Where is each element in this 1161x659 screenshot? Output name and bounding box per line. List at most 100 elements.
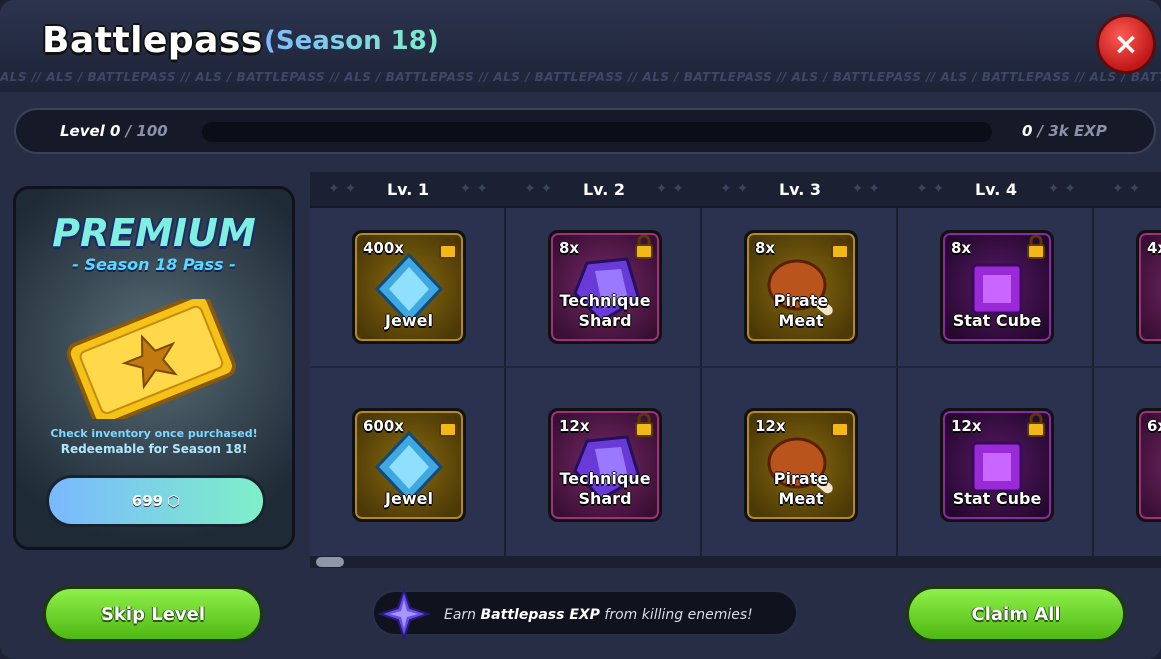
lock-icon (635, 413, 653, 437)
level-max: / 100 (125, 122, 168, 140)
hint-text: Earn Battlepass EXP from killing enemies… (444, 607, 753, 623)
horizontal-scrollbar[interactable] (310, 556, 1161, 568)
level-label: Lv. 2 (582, 179, 626, 199)
row-divider (310, 366, 506, 368)
page-title: Battlepass (42, 20, 263, 61)
buy-premium-button[interactable]: 699 ⬡ (46, 475, 266, 527)
hint-bold: Battlepass EXP (480, 607, 600, 623)
golden-ticket-icon (66, 299, 237, 419)
premium-subtitle: - Season 18 Pass - (72, 255, 236, 274)
level-column: ✦ ✦ Lv. 2 ✦ ✦ 8x Technique Shard 12x Technique S… (506, 172, 702, 556)
premium-note-redeem: Redeemable for Season 18! (60, 442, 248, 456)
reward-name: Jewel (385, 311, 433, 330)
partial-reward-icon (1153, 427, 1161, 507)
sparkle-icon: ✦ ✦ (459, 181, 488, 197)
level-column: ✦ ✦ Lv. 1 ✦ ✦ 400x Jewel 600x Jewel (310, 172, 506, 556)
exp-max: / 3k EXP (1037, 122, 1107, 140)
claim-all-button[interactable]: Claim All (906, 586, 1126, 642)
sparkle-icon: ✦ ✦ (916, 181, 945, 197)
reward-name: Stat Cube (952, 311, 1042, 330)
sparkle-icon: ✦ ✦ (720, 181, 749, 197)
partial-reward-icon (1153, 249, 1161, 329)
reward-name: Technique Shard (559, 291, 651, 330)
reward-quantity: 8x (559, 239, 580, 257)
lock-icon (1027, 413, 1045, 437)
level-current: Level 0 (60, 122, 121, 140)
reward-name: Pirate Meat (773, 469, 829, 508)
lock-icon (635, 235, 653, 259)
reward-card-free[interactable]: 8x Stat Cube (940, 230, 1054, 344)
hint-suffix: from killing enemies! (604, 607, 753, 623)
row-divider (702, 366, 898, 368)
robux-icon: ⬡ (167, 492, 181, 510)
sparkle-icon: ✦ ✦ (524, 181, 553, 197)
lock-icon (1027, 235, 1045, 259)
reward-quantity: 4x (1147, 239, 1161, 257)
lock-icon (439, 413, 457, 437)
exp-progress-track (202, 122, 992, 142)
level-progress-bar: Level 0 / 100 0 / 3k EXP (14, 108, 1156, 154)
close-button[interactable]: × (1096, 14, 1156, 74)
header: Battlepass (Season 18) ALS // ALS / BATT… (0, 0, 1161, 92)
lock-icon (831, 413, 849, 437)
price-label: 699 (131, 492, 164, 510)
premium-title: PREMIUM (52, 211, 256, 255)
reward-card-premium[interactable]: 12x Pirate Meat (744, 408, 858, 522)
row-divider (1094, 366, 1161, 368)
level-label: Lv. 1 (386, 179, 430, 199)
level-header: ✦ ✦ Lv. 2 ✦ ✦ (506, 172, 702, 208)
level-label: Lv. 4 (974, 179, 1018, 199)
reward-card-premium[interactable]: 600x Jewel (352, 408, 466, 522)
reward-card-premium[interactable]: 12x Technique Shard (548, 408, 662, 522)
premium-note: Check inventory once purchased! (50, 427, 258, 440)
sparkle-icon: ✦ ✦ (1047, 181, 1076, 197)
exp-indicator: 0 / 3k EXP (1022, 122, 1107, 140)
reward-quantity: 8x (755, 239, 776, 257)
reward-quantity: 12x (951, 417, 982, 435)
season-label: (Season 18) (264, 26, 439, 56)
reward-card-premium[interactable]: 12x Stat Cube (940, 408, 1054, 522)
sparkle-icon: ✦ ✦ (328, 181, 357, 197)
level-header: ✦ ✦ Lv. 4 ✦ ✦ (898, 172, 1094, 208)
sparkle-icon: ✦ ✦ (655, 181, 684, 197)
reward-quantity: 6x (1147, 417, 1161, 435)
level-column: ✦ ✦✦ ✦ 4x 6x (1094, 172, 1161, 556)
row-divider (898, 366, 1094, 368)
star-icon (378, 588, 430, 640)
reward-name: Technique Shard (559, 469, 651, 508)
premium-pass-panel: PREMIUM - Season 18 Pass - Check invento… (13, 186, 295, 550)
reward-quantity: 12x (559, 417, 590, 435)
reward-name: Stat Cube (952, 489, 1042, 508)
battlepass-window: Battlepass (Season 18) ALS // ALS / BATT… (0, 0, 1161, 659)
exp-hint-banner: Earn Battlepass EXP from killing enemies… (372, 588, 798, 640)
reward-quantity: 12x (755, 417, 786, 435)
reward-quantity: 400x (363, 239, 404, 257)
lock-icon (439, 235, 457, 259)
skip-level-button[interactable]: Skip Level (43, 586, 263, 642)
level-label: Lv. 3 (778, 179, 822, 199)
marquee-banner: ALS // ALS / BATTLEPASS // ALS / BATTLEP… (0, 70, 1161, 84)
level-column: ✦ ✦ Lv. 4 ✦ ✦ 8x Stat Cube 12x Stat Cube (898, 172, 1094, 556)
level-column: ✦ ✦ Lv. 3 ✦ ✦ 8x Pirate Meat 12x Pirate Meat (702, 172, 898, 556)
level-indicator: Level 0 / 100 (60, 122, 168, 140)
reward-card-free[interactable]: 4x (1136, 230, 1161, 344)
reward-card-free[interactable]: 400x Jewel (352, 230, 466, 344)
exp-current: 0 (1022, 122, 1033, 140)
lock-icon (831, 235, 849, 259)
scroll-thumb[interactable] (316, 557, 344, 567)
level-header: ✦ ✦ Lv. 1 ✦ ✦ (310, 172, 506, 208)
level-header: ✦ ✦✦ ✦ (1094, 172, 1161, 208)
reward-card-free[interactable]: 8x Technique Shard (548, 230, 662, 344)
reward-card-premium[interactable]: 6x (1136, 408, 1161, 522)
sparkle-icon: ✦ ✦ (1112, 181, 1141, 197)
reward-grid: ✦ ✦ Lv. 1 ✦ ✦ 400x Jewel 600x Jewel ✦ ✦ Lv. 2 ✦ ✦… (310, 172, 1161, 556)
reward-quantity: 8x (951, 239, 972, 257)
sparkle-icon: ✦ ✦ (851, 181, 880, 197)
reward-name: Jewel (385, 489, 433, 508)
row-divider (506, 366, 702, 368)
reward-card-free[interactable]: 8x Pirate Meat (744, 230, 858, 344)
hint-prefix: Earn (444, 607, 477, 623)
reward-name: Pirate Meat (773, 291, 829, 330)
reward-quantity: 600x (363, 417, 404, 435)
level-header: ✦ ✦ Lv. 3 ✦ ✦ (702, 172, 898, 208)
